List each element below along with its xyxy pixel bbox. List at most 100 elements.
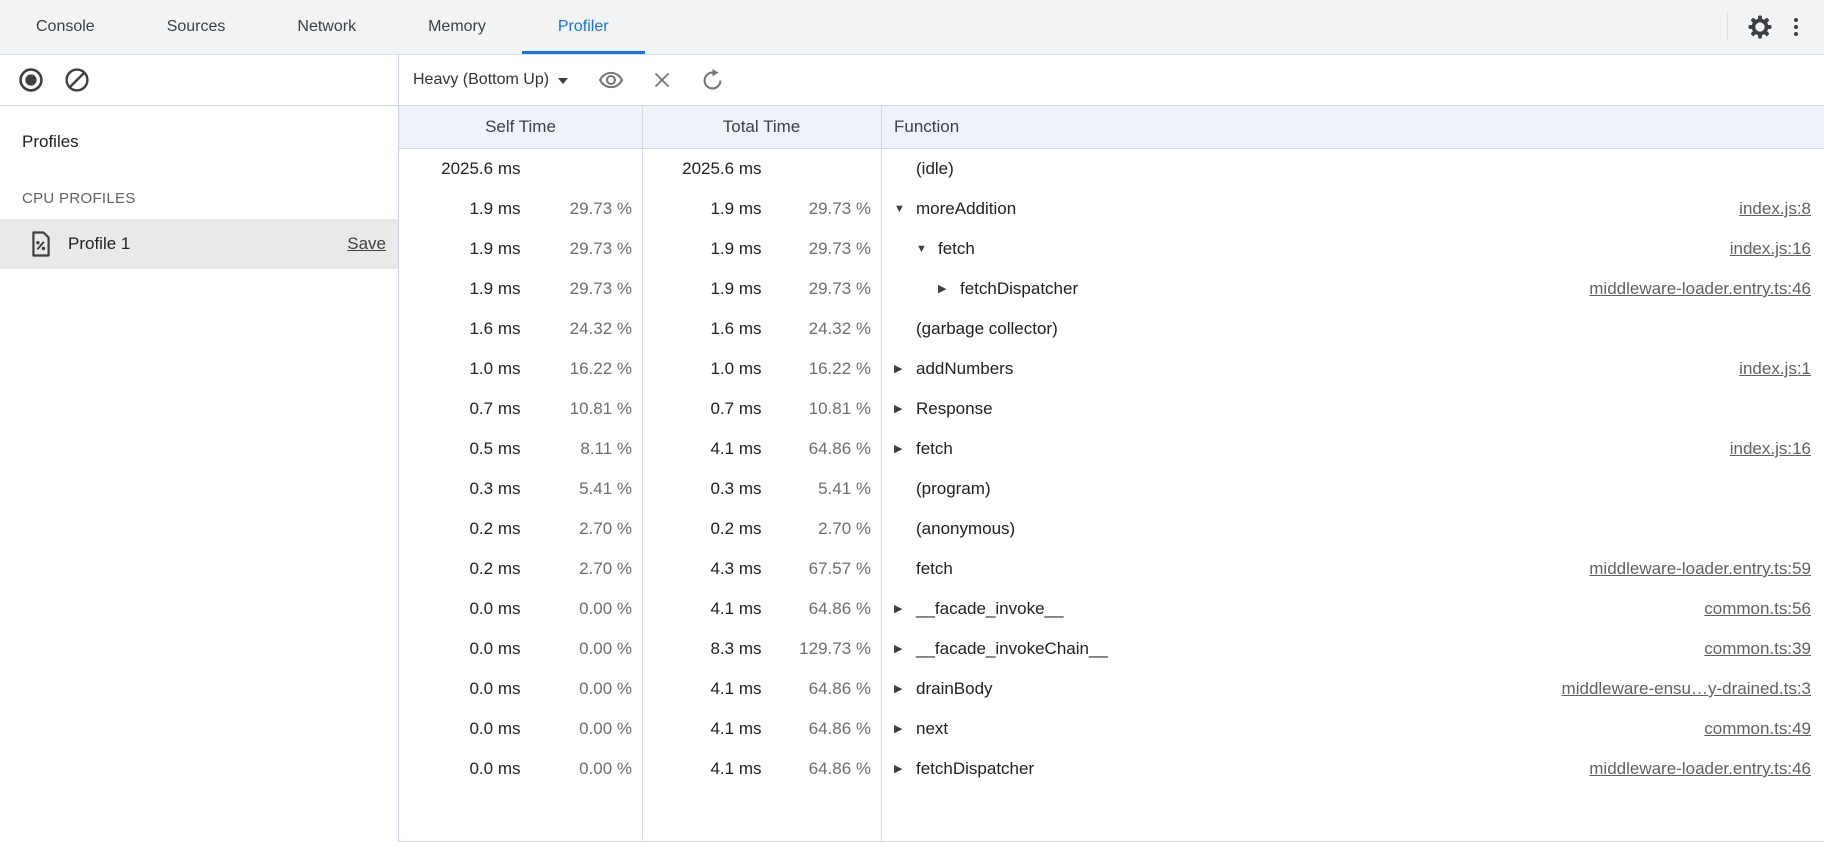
total-time-cell: 4.1 ms64.86 %: [642, 439, 881, 459]
self-time-cell: 1.6 ms24.32 %: [399, 319, 642, 339]
profile-row[interactable]: 0.7 ms10.81 %0.7 ms10.81 %▶Response: [399, 389, 1824, 429]
function-cell: ▶fetchindex.js:16: [881, 439, 1824, 459]
column-divider[interactable]: [642, 106, 643, 841]
more-options-button[interactable]: [1778, 9, 1814, 45]
self-time-cell: 0.0 ms0.00 %: [399, 719, 642, 739]
function-cell: ▶Response: [881, 399, 1824, 419]
self-time-percent: 0.00 %: [521, 639, 643, 659]
profile-row[interactable]: 0.2 ms2.70 %4.3 ms67.57 %fetchmiddleware…: [399, 549, 1824, 589]
profile-row[interactable]: 0.0 ms0.00 %4.1 ms64.86 %▶__facade_invok…: [399, 589, 1824, 629]
profile-row[interactable]: 0.5 ms8.11 %4.1 ms64.86 %▶fetchindex.js:…: [399, 429, 1824, 469]
total-time-percent: 64.86 %: [762, 759, 882, 779]
source-location-link[interactable]: index.js:1: [1739, 359, 1811, 379]
profile-document-icon: [30, 231, 52, 257]
expand-arrow-icon[interactable]: ▼: [894, 204, 916, 215]
eye-icon: [598, 67, 624, 93]
function-cell: fetchmiddleware-loader.entry.ts:59: [881, 559, 1824, 579]
profile-row[interactable]: 0.0 ms0.00 %4.1 ms64.86 %▶drainBodymiddl…: [399, 669, 1824, 709]
profile-row[interactable]: 1.9 ms29.73 %1.9 ms29.73 %▼fetchindex.js…: [399, 229, 1824, 269]
column-header-total-time[interactable]: Total Time: [642, 117, 881, 137]
column-header-function[interactable]: Function: [881, 117, 1824, 137]
total-time-ms: 0.7 ms: [642, 399, 762, 419]
record-button[interactable]: [18, 67, 44, 93]
source-location-link[interactable]: middleware-loader.entry.ts:46: [1589, 759, 1811, 779]
refresh-icon: [700, 68, 725, 93]
settings-button[interactable]: [1742, 9, 1778, 45]
source-location-link[interactable]: index.js:16: [1730, 239, 1811, 259]
profile-row[interactable]: 0.0 ms0.00 %8.3 ms129.73 %▶__facade_invo…: [399, 629, 1824, 669]
tab-profiler[interactable]: Profiler: [522, 0, 645, 54]
function-name: (program): [916, 479, 991, 499]
total-time-percent: 64.86 %: [762, 719, 882, 739]
self-time-cell: 0.3 ms5.41 %: [399, 479, 642, 499]
column-divider[interactable]: [881, 106, 882, 841]
self-time-ms: 0.5 ms: [399, 439, 521, 459]
total-time-cell: 4.1 ms64.86 %: [642, 759, 881, 779]
source-location-link[interactable]: index.js:16: [1730, 439, 1811, 459]
clear-profiles-button[interactable]: [64, 67, 90, 93]
profile-row[interactable]: 1.6 ms24.32 %1.6 ms24.32 %(garbage colle…: [399, 309, 1824, 349]
collapse-arrow-icon[interactable]: ▶: [894, 644, 916, 655]
total-time-percent: 64.86 %: [762, 679, 882, 699]
profile-row[interactable]: 1.9 ms29.73 %1.9 ms29.73 %▼moreAdditioni…: [399, 189, 1824, 229]
collapse-arrow-icon[interactable]: ▶: [894, 404, 916, 415]
function-name: (anonymous): [916, 519, 1015, 539]
expand-arrow-icon[interactable]: ▼: [916, 244, 938, 255]
tab-console[interactable]: Console: [0, 0, 131, 54]
close-icon: [650, 68, 674, 92]
collapse-arrow-icon[interactable]: ▶: [894, 724, 916, 735]
self-time-cell: 0.0 ms0.00 %: [399, 759, 642, 779]
total-time-cell: 4.1 ms64.86 %: [642, 719, 881, 739]
self-time-percent: 29.73 %: [521, 239, 643, 259]
tab-sources[interactable]: Sources: [131, 0, 262, 54]
total-time-cell: 0.3 ms5.41 %: [642, 479, 881, 499]
function-name: (garbage collector): [916, 319, 1058, 339]
exclude-selected-function-button[interactable]: [650, 68, 674, 92]
source-location-link[interactable]: middleware-loader.entry.ts:46: [1589, 279, 1811, 299]
source-location-link[interactable]: middleware-ensu…y-drained.ts:3: [1562, 679, 1811, 699]
total-time-ms: 1.9 ms: [642, 239, 762, 259]
total-time-ms: 4.1 ms: [642, 679, 762, 699]
profile-view-selector[interactable]: Heavy (Bottom Up): [413, 71, 568, 89]
restore-all-functions-button[interactable]: [700, 68, 725, 93]
collapse-arrow-icon[interactable]: ▶: [894, 604, 916, 615]
collapse-arrow-icon[interactable]: ▶: [894, 444, 916, 455]
chevron-down-icon: [558, 78, 568, 84]
total-time-percent: 67.57 %: [762, 559, 882, 579]
tab-memory[interactable]: Memory: [392, 0, 522, 54]
total-time-ms: 4.1 ms: [642, 599, 762, 619]
profile-row[interactable]: 0.0 ms0.00 %4.1 ms64.86 %▶fetchDispatche…: [399, 749, 1824, 789]
record-icon: [18, 67, 44, 93]
source-location-link[interactable]: common.ts:39: [1704, 639, 1811, 659]
collapse-arrow-icon[interactable]: ▶: [894, 684, 916, 695]
profile-row[interactable]: 0.0 ms0.00 %4.1 ms64.86 %▶nextcommon.ts:…: [399, 709, 1824, 749]
self-time-ms: 0.0 ms: [399, 599, 521, 619]
self-time-ms: 0.0 ms: [399, 759, 521, 779]
source-location-link[interactable]: common.ts:49: [1704, 719, 1811, 739]
collapse-arrow-icon[interactable]: ▶: [894, 764, 916, 775]
save-profile-link[interactable]: Save: [347, 234, 386, 254]
self-time-percent: 29.73 %: [521, 279, 643, 299]
focus-selected-function-button[interactable]: [598, 67, 624, 93]
profile-row[interactable]: 0.3 ms5.41 %0.3 ms5.41 % (program): [399, 469, 1824, 509]
collapse-arrow-icon[interactable]: ▶: [938, 284, 960, 295]
tab-network[interactable]: Network: [261, 0, 392, 54]
profile-list-item[interactable]: Profile 1 Save: [0, 219, 398, 269]
source-location-link[interactable]: middleware-loader.entry.ts:59: [1589, 559, 1811, 579]
profile-row[interactable]: 0.2 ms2.70 %0.2 ms2.70 %(anonymous): [399, 509, 1824, 549]
collapse-arrow-icon[interactable]: ▶: [894, 364, 916, 375]
column-header-self-time[interactable]: Self Time: [399, 117, 642, 137]
total-time-cell: 4.1 ms64.86 %: [642, 679, 881, 699]
source-location-link[interactable]: index.js:8: [1739, 199, 1811, 219]
self-time-cell: 0.2 ms2.70 %: [399, 559, 642, 579]
source-location-link[interactable]: common.ts:56: [1704, 599, 1811, 619]
self-time-cell: 1.0 ms16.22 %: [399, 359, 642, 379]
profile-row[interactable]: 2025.6 ms2025.6 ms(idle): [399, 149, 1824, 189]
profile-name: Profile 1: [68, 234, 347, 254]
total-time-percent: 129.73 %: [762, 639, 882, 659]
total-time-percent: 24.32 %: [762, 319, 882, 339]
profile-row[interactable]: 1.0 ms16.22 %1.0 ms16.22 %▶addNumbersind…: [399, 349, 1824, 389]
profile-row[interactable]: 1.9 ms29.73 %1.9 ms29.73 %▶fetchDispatch…: [399, 269, 1824, 309]
function-cell: ▶nextcommon.ts:49: [881, 719, 1824, 739]
total-time-cell: 1.9 ms29.73 %: [642, 239, 881, 259]
